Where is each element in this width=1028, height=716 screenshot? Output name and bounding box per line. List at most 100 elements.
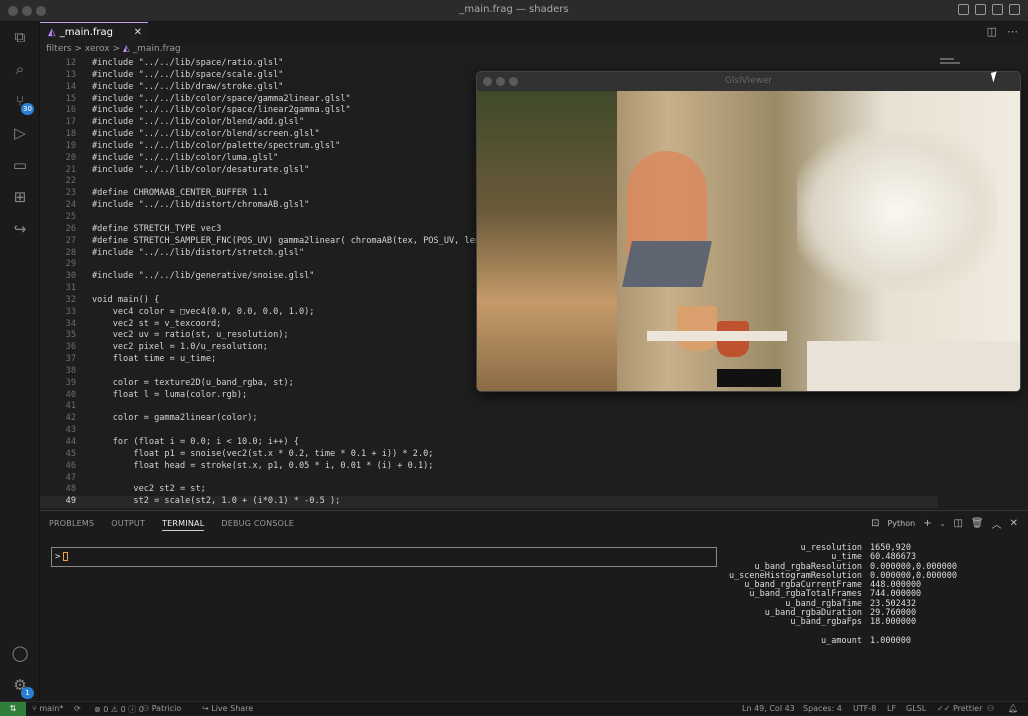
settings-gear-icon[interactable]: ⚙ 1	[9, 674, 34, 699]
code-line[interactable]: 48 vec2 st2 = st;	[40, 484, 938, 496]
line-number[interactable]: 39	[40, 378, 92, 390]
line-number[interactable]: 32	[40, 295, 92, 307]
indentation[interactable]: Spaces: 4	[803, 704, 842, 713]
split-terminal-icon[interactable]: ◫	[953, 518, 962, 529]
live-share-icon[interactable]: ↪	[9, 218, 31, 240]
line-number[interactable]: 38	[40, 366, 92, 378]
glsl-close-button[interactable]	[483, 77, 492, 86]
search-icon[interactable]: ⌕	[9, 58, 31, 80]
new-terminal-icon[interactable]: +	[923, 518, 931, 529]
line-number[interactable]: 40	[40, 390, 92, 402]
line-number[interactable]: 35	[40, 330, 92, 342]
toggle-secondary-sidebar-icon[interactable]	[992, 4, 1003, 15]
line-number[interactable]: 36	[40, 342, 92, 354]
line-number[interactable]: 15	[40, 94, 92, 106]
line-number[interactable]: 49	[40, 496, 92, 508]
line-number[interactable]: 25	[40, 212, 92, 224]
prettier-indicator[interactable]: ✓✓ Prettier	[937, 704, 982, 713]
language-mode[interactable]: GLSL	[906, 704, 926, 713]
line-number[interactable]: 43	[40, 425, 92, 437]
line-number[interactable]: 29	[40, 259, 92, 271]
line-number[interactable]: 41	[40, 401, 92, 413]
live-share-button[interactable]: ↪ Live Share	[202, 704, 253, 713]
line-number[interactable]: 48	[40, 484, 92, 496]
line-number[interactable]: 23	[40, 188, 92, 200]
line-number[interactable]: 21	[40, 165, 92, 177]
line-number[interactable]: 26	[40, 224, 92, 236]
remote-indicator-icon[interactable]: ⇅	[0, 702, 26, 716]
line-number[interactable]: 42	[40, 413, 92, 425]
line-number[interactable]: 12	[40, 58, 92, 70]
code-line[interactable]: 47	[40, 473, 938, 485]
tab-terminal[interactable]: TERMINAL	[162, 519, 205, 531]
run-debug-icon[interactable]: ▷	[9, 122, 31, 144]
glsl-viewer-titlebar[interactable]: GlslViewer	[477, 72, 1020, 91]
line-number[interactable]: 14	[40, 82, 92, 94]
line-number[interactable]: 17	[40, 117, 92, 129]
tab-debug-console[interactable]: DEBUG CONSOLE	[221, 519, 294, 531]
account-icon[interactable]: ◯	[9, 642, 31, 664]
code-line[interactable]: 43	[40, 425, 938, 437]
breadcrumb-folder-xerox[interactable]: xerox	[85, 44, 110, 54]
live-share-status-icon[interactable]: ⚇	[987, 704, 994, 713]
branch-indicator[interactable]: ⑂ main*	[32, 704, 63, 713]
remote-explorer-icon[interactable]: ▭	[9, 154, 31, 176]
sync-icon[interactable]: ⟳	[74, 704, 81, 713]
code-line[interactable]: 42 color = gamma2linear(color);	[40, 413, 938, 425]
customize-layout-icon[interactable]	[1009, 4, 1020, 15]
line-number[interactable]: 18	[40, 129, 92, 141]
encoding[interactable]: UTF-8	[853, 704, 876, 713]
line-number[interactable]: 44	[40, 437, 92, 449]
line-number[interactable]: 20	[40, 153, 92, 165]
source-control-icon[interactable]: ⑂ 30	[9, 90, 34, 115]
terminal-input[interactable]: >	[51, 547, 717, 567]
line-number[interactable]: 46	[40, 461, 92, 473]
glsl-viewer-window[interactable]: GlslViewer	[476, 71, 1021, 392]
line-number[interactable]: 33	[40, 307, 92, 319]
extensions-icon[interactable]: ⊞	[9, 186, 31, 208]
tab-output[interactable]: OUTPUT	[111, 519, 145, 531]
explorer-icon[interactable]: ⧉	[9, 26, 31, 48]
line-number[interactable]: 28	[40, 248, 92, 260]
more-actions-icon[interactable]: ⋯	[1007, 25, 1018, 38]
line-number[interactable]: 31	[40, 283, 92, 295]
maximize-panel-icon[interactable]: ︿	[992, 516, 1002, 531]
line-number[interactable]: 37	[40, 354, 92, 366]
user-indicator[interactable]: ⚇ Patricio	[142, 704, 181, 713]
problems-indicator[interactable]: ⊗ 0 ⚠ 0 ⓘ 0	[94, 704, 144, 715]
close-panel-icon[interactable]: ✕	[1010, 518, 1018, 529]
breadcrumb-folder-filters[interactable]: filters	[46, 44, 72, 54]
code-line[interactable]: 49 st2 = scale(st2, 1.0 + (i*0.1) * -0.5…	[40, 496, 938, 509]
toggle-panel-icon[interactable]	[975, 4, 986, 15]
breadcrumb-file[interactable]: _main.frag	[133, 44, 181, 54]
terminal-shell-name[interactable]: Python	[887, 519, 915, 528]
code-line[interactable]: 12 #include "../../lib/space/ratio.glsl"	[40, 58, 938, 70]
tab-main-frag[interactable]: ◭ _main.frag ✕	[40, 22, 148, 44]
glsl-zoom-button[interactable]	[509, 77, 518, 86]
line-number[interactable]: 16	[40, 105, 92, 117]
tab-problems[interactable]: PROBLEMS	[49, 519, 94, 531]
line-number[interactable]: 19	[40, 141, 92, 153]
close-tab-icon[interactable]: ✕	[134, 23, 142, 43]
code-line[interactable]: 41	[40, 401, 938, 413]
line-number[interactable]: 45	[40, 449, 92, 461]
line-number[interactable]: 30	[40, 271, 92, 283]
line-number[interactable]: 27	[40, 236, 92, 248]
toggle-sidebar-icon[interactable]	[958, 4, 969, 15]
split-editor-icon[interactable]: ◫	[987, 25, 997, 38]
cursor-position[interactable]: Ln 49, Col 43	[742, 704, 795, 713]
line-number[interactable]: 24	[40, 200, 92, 212]
line-number[interactable]: 47	[40, 473, 92, 485]
line-ending[interactable]: LF	[887, 704, 896, 713]
code-line[interactable]: 45 float p1 = snoise(vec2(st.x * 0.2, ti…	[40, 449, 938, 461]
chevron-down-icon[interactable]: ⌄	[940, 520, 946, 528]
code-line[interactable]: 46 float head = stroke(st.x, p1, 0.05 * …	[40, 461, 938, 473]
line-number[interactable]: 13	[40, 70, 92, 82]
code-line[interactable]: 44 for (float i = 0.0; i < 10.0; i++) {	[40, 437, 938, 449]
line-number[interactable]: 22	[40, 176, 92, 188]
glsl-minimize-button[interactable]	[496, 77, 505, 86]
line-number[interactable]: 34	[40, 319, 92, 331]
trash-icon[interactable]: 🗑	[971, 518, 984, 529]
minimap[interactable]	[940, 58, 960, 72]
notifications-bell-icon[interactable]: 🔔︎	[1008, 704, 1018, 713]
